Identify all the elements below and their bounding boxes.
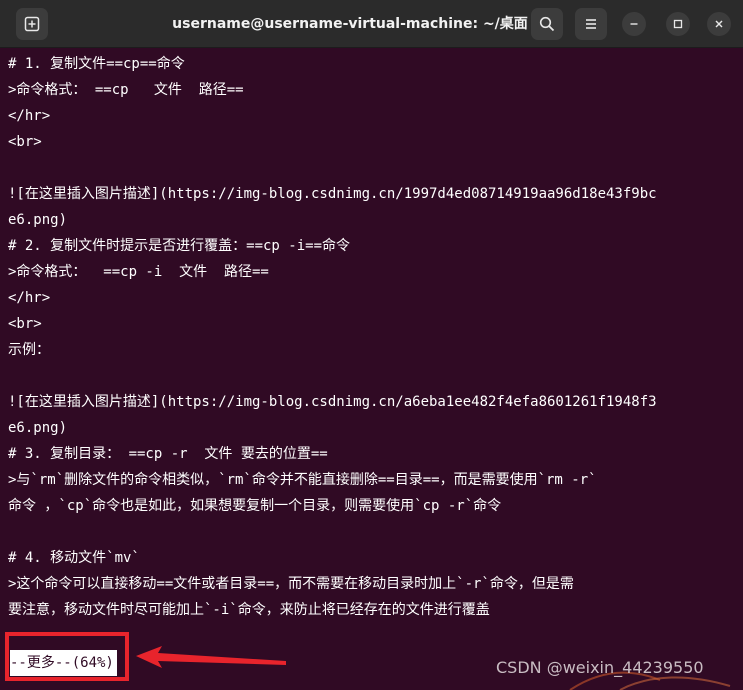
- terminal-window: username@username-virtual-machine: ~/桌面: [0, 0, 743, 690]
- terminal-line: ![在这里插入图片描述](https://img-blog.csdnimg.cn…: [8, 394, 657, 410]
- hamburger-menu-icon: [586, 19, 596, 29]
- minimize-icon: [630, 23, 638, 25]
- annotation-highlight-box: [5, 632, 129, 681]
- terminal-line: ![在这里插入图片描述](https://img-blog.csdnimg.cn…: [8, 186, 657, 202]
- new-tab-icon: [24, 16, 40, 32]
- terminal-line: >命令格式： ==cp 文件 路径==: [8, 82, 244, 98]
- terminal-line: # 1. 复制文件==cp==命令: [8, 56, 185, 72]
- terminal-line: 要注意，移动文件时尽可能加上`-i`命令，来防止将已经存在的文件进行覆盖: [8, 602, 490, 618]
- maximize-icon: [673, 19, 683, 29]
- terminal-output[interactable]: # 1. 复制文件==cp==命令 >命令格式： ==cp 文件 路径== </…: [8, 51, 735, 623]
- csdn-watermark: CSDN @weixin_44239550: [496, 658, 704, 677]
- terminal-line: e6.png): [8, 212, 68, 228]
- annotation-arrow-icon: [136, 646, 286, 668]
- terminal-line: >与`rm`删除文件的命令相类似，`rm`命令并不能直接删除==目录==，而是需…: [8, 472, 597, 488]
- minimize-button[interactable]: [622, 12, 646, 36]
- window-title: username@username-virtual-machine: ~/桌面: [172, 16, 528, 32]
- terminal-line: </hr>: [8, 290, 51, 306]
- close-button[interactable]: [707, 12, 731, 36]
- close-icon: [715, 20, 723, 28]
- terminal-line: # 2. 复制文件时提示是否进行覆盖：==cp -i==命令: [8, 238, 351, 254]
- terminal-line: >命令格式： ==cp -i 文件 路径==: [8, 264, 269, 280]
- terminal-line: </hr>: [8, 108, 51, 124]
- title-bar: username@username-virtual-machine: ~/桌面: [0, 0, 743, 48]
- terminal-line: # 4. 移动文件`mv`: [8, 550, 140, 566]
- terminal-line: <br>: [8, 134, 42, 150]
- terminal-line: 命令 ，`cp`命令也是如此，如果想要复制一个目录，则需要使用`cp -r`命令: [8, 498, 502, 514]
- new-tab-button[interactable]: [16, 8, 48, 40]
- terminal-line: 示例：: [8, 342, 50, 358]
- maximize-button[interactable]: [666, 12, 690, 36]
- terminal-line: # 3. 复制目录： ==cp -r 文件 要去的位置==: [8, 446, 328, 462]
- terminal-line: <br>: [8, 316, 42, 332]
- terminal-line: >这个命令可以直接移动==文件或者目录==，而不需要在移动目录时加上`-r`命令…: [8, 576, 574, 592]
- terminal-line: e6.png): [8, 420, 68, 436]
- search-icon: [539, 16, 555, 32]
- menu-button[interactable]: [575, 8, 607, 40]
- search-button[interactable]: [531, 8, 563, 40]
